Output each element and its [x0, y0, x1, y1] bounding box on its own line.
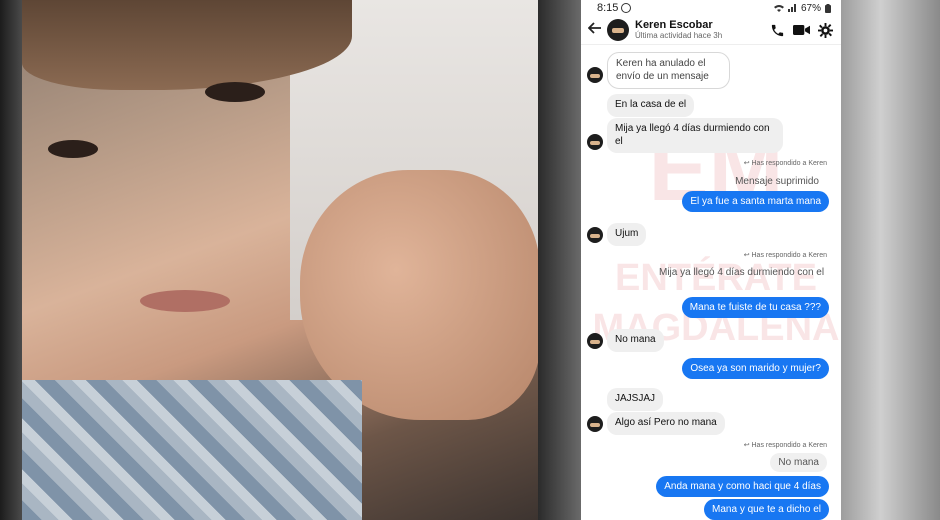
message-list[interactable]: EM ENTÉRATE MAGDALENA Keren ha anulado e… [581, 45, 841, 520]
contact-avatar-small [587, 333, 603, 349]
reply-indicator: ↩ Has respondido a Keren [743, 160, 827, 167]
wifi-icon [773, 5, 784, 12]
chat-header: Keren Escobar Última actividad hace 3h [581, 16, 841, 45]
reply-icon: ↩ [743, 252, 752, 259]
incoming-message[interactable]: JAJSJAJ [607, 388, 664, 411]
outgoing-message[interactable]: Mana y que te a dicho el [704, 499, 829, 520]
photo-eye [48, 140, 98, 158]
quoted-message: No mana [770, 453, 827, 472]
reply-icon: ↩ [743, 442, 752, 449]
incoming-message[interactable]: No mana [607, 329, 664, 352]
quoted-message: Mija ya llegó 4 días durmiendo con el [659, 267, 825, 278]
incoming-message[interactable]: Ujum [607, 223, 647, 246]
last-active: Última actividad hace 3h [635, 30, 723, 40]
signal-icon [787, 4, 796, 12]
outgoing-message[interactable]: Anda mana y como haci que 4 días [656, 476, 829, 497]
outgoing-message[interactable]: Osea ya son marido y mujer? [682, 358, 829, 379]
photo-mouth [140, 290, 230, 312]
gear-icon[interactable] [818, 22, 833, 38]
contact-avatar-small [587, 67, 603, 83]
back-arrow-icon[interactable] [585, 21, 605, 39]
contact-name: Keren Escobar [635, 19, 713, 32]
status-bar: 8:15 67% [581, 0, 841, 16]
status-time: 8:15 [597, 2, 619, 14]
phone-icon[interactable] [770, 23, 785, 38]
reply-icon: ↩ [743, 160, 752, 167]
battery-icon [825, 3, 831, 13]
reply-indicator: ↩ Has respondido a Keren [743, 442, 827, 449]
incoming-message[interactable]: Algo así Pero no mana [607, 412, 725, 435]
unsent-notice: Keren ha anulado el envío de un mensaje [607, 52, 730, 89]
photo-eye [205, 82, 265, 102]
incoming-message[interactable]: En la casa de el [607, 94, 695, 117]
photo-edge [0, 0, 22, 520]
reply-indicator: ↩ Has respondido a Keren [743, 252, 827, 259]
video-icon[interactable] [793, 23, 810, 37]
contact-avatar-small [587, 134, 603, 150]
blurred-background-left [538, 0, 581, 520]
outgoing-message[interactable]: El ya fue a santa marta mana [682, 191, 829, 212]
contact-avatar-small [587, 416, 603, 432]
contact-avatar-small [587, 227, 603, 243]
battery-percent: 67% [800, 2, 821, 14]
photo-shirt [22, 380, 362, 520]
whatsapp-icon [621, 3, 632, 13]
incoming-message[interactable]: Mija ya llegó 4 días durmiendo con el [607, 118, 783, 153]
quoted-message: Mensaje suprimido [735, 176, 819, 187]
outgoing-message[interactable]: Mana te fuiste de tu casa ??? [681, 297, 829, 318]
contact-info[interactable]: Keren Escobar Última actividad hace 3h [635, 19, 770, 40]
profile-photo [0, 0, 538, 520]
blurred-background-right [841, 0, 940, 520]
messenger-screen: 8:15 67% Keren Escobar Última actividad … [581, 0, 841, 520]
contact-avatar[interactable] [607, 19, 629, 41]
